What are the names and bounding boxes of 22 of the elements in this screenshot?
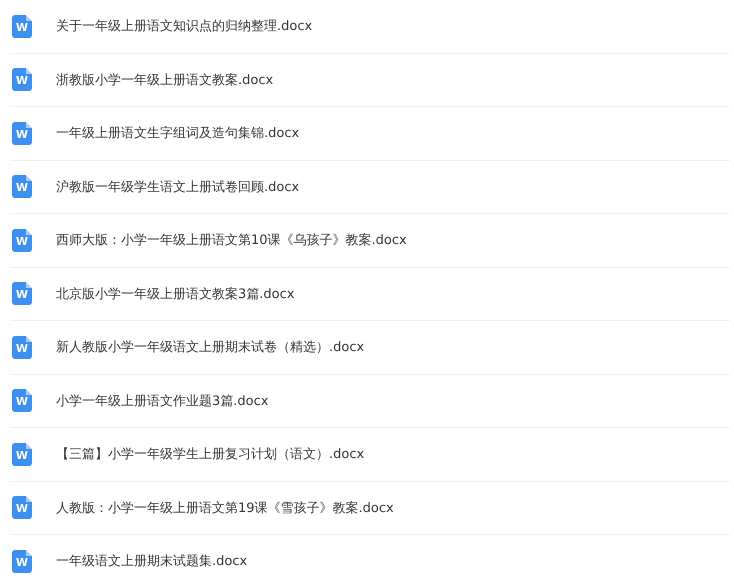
file-name-link[interactable]: 一年级语文上册期末试题集.docx bbox=[56, 552, 248, 570]
file-name-link[interactable]: 人教版：小学一年级上册语文第19课《雪孩子》教案.docx bbox=[56, 498, 394, 517]
file-name-link[interactable]: 关于一年级上册语文知识点的归纳整理.docx bbox=[56, 17, 312, 36]
word-document-icon: W bbox=[12, 550, 32, 573]
word-document-icon: W bbox=[12, 282, 32, 306]
file-name-link[interactable]: 新人教版小学一年级语文上册期末试卷（精选）.docx bbox=[56, 338, 364, 356]
word-document-icon: W bbox=[12, 496, 32, 520]
file-name-link[interactable]: 一年级上册语文生字组词及造句集锦.docx bbox=[56, 124, 300, 142]
word-document-icon: W bbox=[12, 68, 32, 92]
word-document-icon: W bbox=[12, 175, 32, 198]
word-document-icon: W bbox=[12, 14, 32, 38]
file-name-link[interactable]: 北京版小学一年级上册语文教案3篇.docx bbox=[56, 284, 294, 303]
word-document-icon: W bbox=[12, 122, 32, 145]
word-document-icon: W bbox=[12, 442, 32, 466]
word-document-icon: W bbox=[12, 228, 32, 252]
file-name-link[interactable]: 小学一年级上册语文作业题3篇.docx bbox=[56, 392, 268, 410]
word-document-icon: W bbox=[12, 336, 32, 359]
file-name-link[interactable]: 【三篇】小学一年级学生上册复习计划（语文）.docx bbox=[56, 445, 364, 464]
file-name-link[interactable]: 西师大版：小学一年级上册语文第10课《乌孩子》教案.docx bbox=[56, 231, 407, 250]
word-document-icon: W bbox=[12, 389, 32, 412]
file-name-link[interactable]: 浙教版小学一年级上册语文教案.docx bbox=[56, 70, 274, 89]
file-name-link[interactable]: 沪教版一年级学生语文上册试卷回顾.docx bbox=[56, 178, 300, 196]
